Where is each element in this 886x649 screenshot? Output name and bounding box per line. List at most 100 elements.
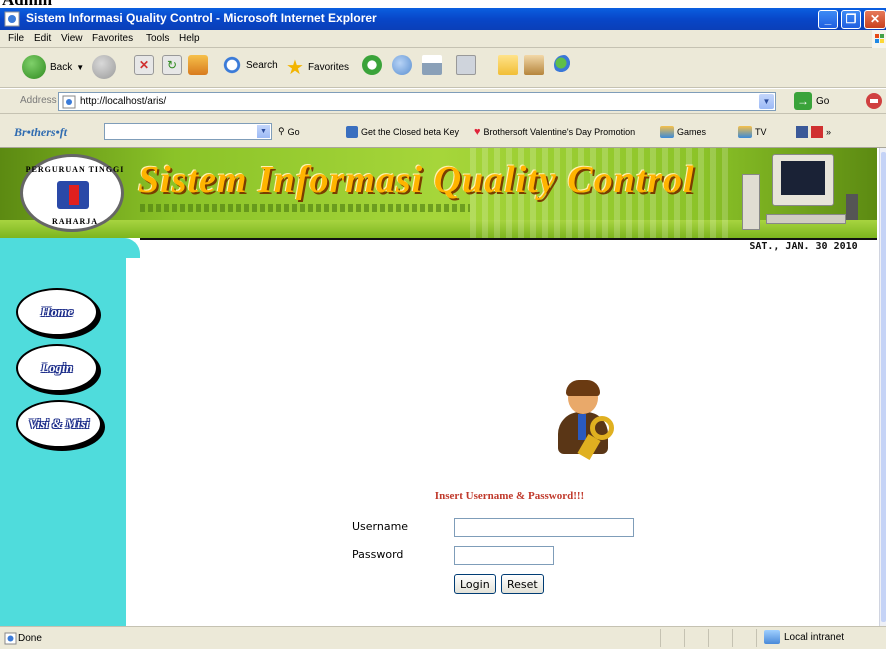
address-dropdown-icon[interactable]: ▼	[759, 94, 774, 109]
heart-icon: ♥	[474, 126, 481, 138]
nav-visi-misi-label: Visi & Misi	[28, 416, 90, 431]
messenger-button[interactable]	[554, 55, 574, 75]
nav-visi-misi-button[interactable]: Visi & Misi	[16, 400, 102, 448]
back-button[interactable]: Back ▼	[22, 55, 84, 79]
game-icon	[346, 126, 358, 138]
minimize-button[interactable]: _	[818, 10, 838, 29]
back-label: Back	[50, 61, 73, 73]
nav-home-button[interactable]: Home	[16, 288, 98, 336]
document-header-strip: Admin	[0, 0, 886, 8]
go-arrow-icon: →	[794, 92, 812, 110]
login-content: Insert Username & Password!!! Username P…	[126, 270, 879, 626]
window-titlebar[interactable]: Sistem Informasi Quality Control - Micro…	[0, 8, 886, 30]
brothersoft-search-input[interactable]: ▼	[104, 123, 272, 140]
addon-icon[interactable]	[864, 91, 884, 111]
status-bar: Done Local intranet	[0, 626, 886, 649]
site-title-shadow	[140, 204, 470, 212]
status-text: Done	[18, 633, 42, 644]
refresh-button[interactable]: ↻	[162, 55, 182, 75]
link-valentine-label: Brothersoft Valentine's Day Promotion	[483, 127, 636, 137]
link-games[interactable]: Games	[660, 126, 706, 138]
go-label: Go	[816, 95, 830, 107]
site-title: Sistem Informasi Quality Control	[138, 159, 695, 201]
chevron-down-icon: ▼	[76, 62, 85, 72]
facebook-icon	[796, 126, 808, 138]
login-button[interactable]: Login	[454, 574, 496, 594]
search-icon	[222, 55, 242, 75]
scrollbar-thumb[interactable]	[881, 152, 886, 622]
sidebar-nav: Home Login Visi & Misi	[0, 258, 126, 626]
mail-button[interactable]	[392, 55, 412, 75]
forward-button[interactable]	[92, 55, 116, 79]
edit-icon	[456, 55, 476, 75]
speaker-icon	[846, 194, 858, 220]
ie-page-icon	[4, 11, 20, 27]
maximize-button[interactable]: ❐	[841, 10, 861, 29]
go-button[interactable]: → Go	[794, 92, 829, 110]
history-button[interactable]	[362, 55, 382, 75]
brothersoft-logo[interactable]: Br•thers•ft	[14, 125, 67, 140]
link-games-label: Games	[677, 127, 707, 137]
link-tv-label: TV	[755, 127, 767, 137]
folder-button[interactable]	[498, 55, 518, 75]
menu-view[interactable]: View	[61, 33, 83, 44]
windows-logo-icon	[872, 30, 886, 48]
content-corner	[126, 258, 156, 270]
menu-edit[interactable]: Edit	[34, 33, 51, 44]
home-button[interactable]	[188, 55, 208, 75]
status-cell	[756, 629, 757, 647]
search-button[interactable]: Search	[222, 55, 278, 75]
search-icon: ⚲	[278, 126, 285, 136]
brothersoft-go-button[interactable]: ⚲ Go	[278, 126, 300, 137]
menu-bar: File Edit View Favorites Tools Help	[0, 30, 886, 48]
link-valentine-promotion[interactable]: ♥ Brothersoft Valentine's Day Promotion	[474, 126, 635, 138]
login-prompt-message: Insert Username & Password!!!	[434, 490, 585, 502]
nav-login-button[interactable]: Login	[16, 344, 98, 392]
social-icons[interactable]: »	[796, 126, 831, 138]
password-label: Password	[352, 548, 404, 561]
header-teal-tab	[0, 238, 140, 258]
intranet-icon	[764, 630, 780, 644]
link-closed-beta-label: Get the Closed beta Key	[361, 127, 460, 137]
home-icon	[188, 55, 208, 75]
menu-file[interactable]: File	[8, 33, 24, 44]
window-title: Sistem Informasi Quality Control - Micro…	[26, 11, 377, 25]
chevron-down-icon[interactable]: ▼	[257, 125, 270, 138]
brothersoft-toolbar: Br•thers•ft ▼ ⚲ Go Get the Closed beta K…	[0, 114, 886, 148]
stop-button[interactable]: ✕	[134, 55, 154, 75]
keyboard-icon	[766, 214, 846, 224]
games-icon	[660, 126, 674, 138]
status-cell	[660, 629, 661, 647]
stop-icon: ✕	[134, 55, 154, 75]
reset-button[interactable]: Reset	[501, 574, 544, 594]
forward-arrow-icon	[92, 55, 116, 79]
favorites-button[interactable]: ★ Favorites	[286, 55, 349, 80]
address-input[interactable]: http://localhost/aris/ ▼	[58, 92, 776, 111]
link-tv[interactable]: TV	[738, 126, 767, 138]
raharja-logo: PERGURUAN TINGGI RAHARJA	[20, 154, 124, 232]
user-key-icon	[554, 380, 618, 461]
back-arrow-icon	[22, 55, 46, 79]
menu-help[interactable]: Help	[179, 33, 200, 44]
tv-icon	[738, 126, 752, 138]
security-zone[interactable]: Local intranet	[764, 630, 844, 644]
link-closed-beta[interactable]: Get the Closed beta Key	[346, 126, 459, 138]
brothersoft-go-label: Go	[287, 126, 300, 137]
site-header: PERGURUAN TINGGI RAHARJA Sistem Informas…	[0, 148, 879, 258]
page-icon	[62, 95, 76, 109]
search-label: Search	[246, 59, 278, 71]
status-cell	[684, 629, 685, 647]
close-button[interactable]: ✕	[864, 10, 886, 29]
print-button[interactable]	[422, 55, 442, 75]
status-cell	[732, 629, 733, 647]
logo-top-text: PERGURUAN TINGGI	[25, 165, 125, 174]
vertical-scrollbar[interactable]	[879, 148, 886, 626]
menu-tools[interactable]: Tools	[146, 33, 169, 44]
security-zone-label: Local intranet	[784, 631, 845, 643]
username-input[interactable]	[454, 518, 634, 537]
current-date: SAT., JAN. 30 2010	[749, 241, 858, 252]
password-input[interactable]	[454, 546, 554, 565]
research-button[interactable]	[524, 55, 544, 75]
edit-button[interactable]	[456, 55, 476, 75]
menu-favorites[interactable]: Favorites	[92, 33, 133, 44]
